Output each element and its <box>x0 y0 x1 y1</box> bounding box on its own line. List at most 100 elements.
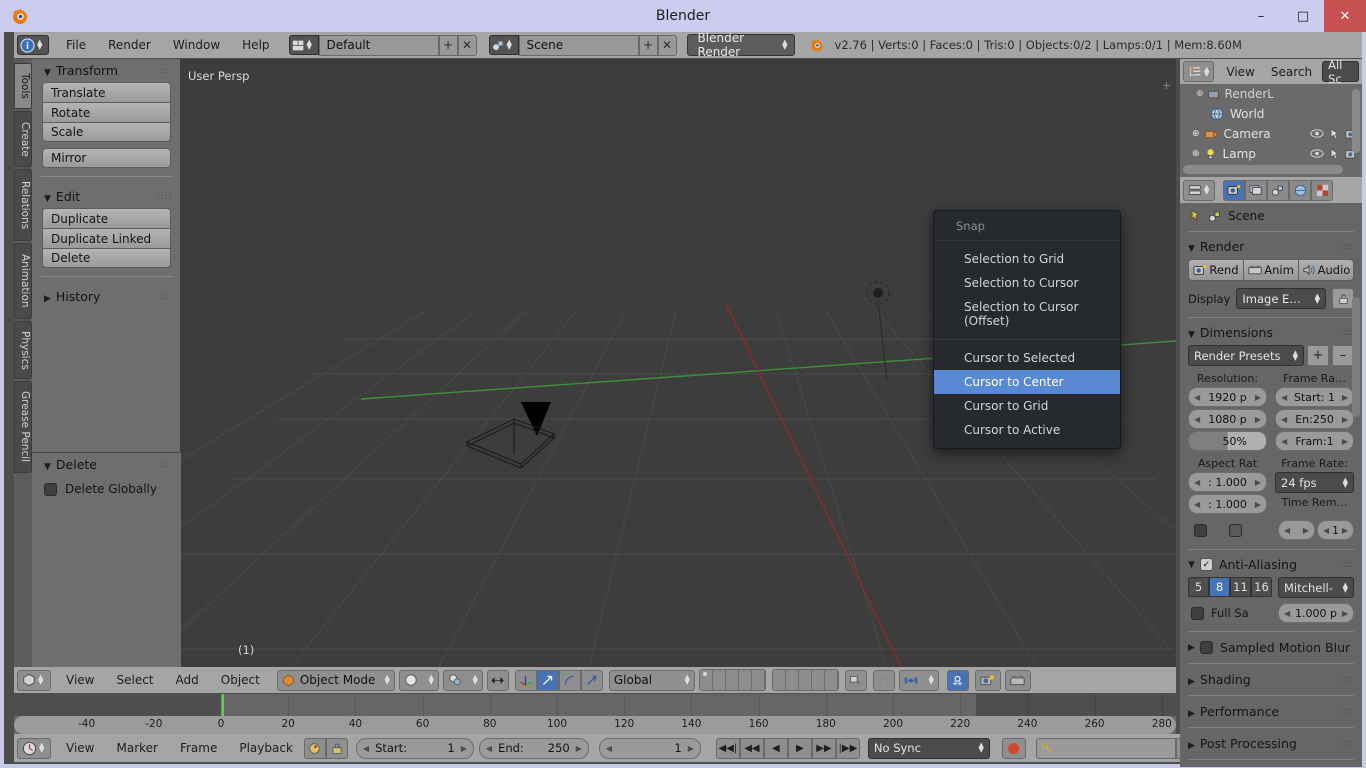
timeline-marker-menu[interactable]: Marker <box>105 737 168 759</box>
render-engine-select[interactable]: Blender Render ▲ ▼ <box>686 31 795 59</box>
rotate-button[interactable]: Rotate <box>42 102 171 122</box>
right-arrow-icon[interactable]: ▶ <box>1342 437 1348 446</box>
right-arrow-icon[interactable]: ▶ <box>576 744 582 753</box>
left-arrow-icon[interactable]: ◀ <box>486 744 492 753</box>
snap-context-menu[interactable]: Snap Selection to Grid Selection to Curs… <box>933 210 1121 449</box>
panel-header-sampled-motion-blur[interactable]: ▶ Sampled Motion Blur <box>1180 634 1362 661</box>
camera-object[interactable] <box>459 384 589 479</box>
render-audio-button[interactable]: Audio <box>1298 259 1354 281</box>
menu-item-cursor-to-grid[interactable]: Cursor to Grid <box>934 394 1120 418</box>
lock-to-scene-toggle[interactable] <box>844 669 867 691</box>
panel-header-delete-operator[interactable]: ▼ Delete :::: <box>32 453 181 476</box>
previous-keyframe-button[interactable]: ◀◀ <box>739 737 764 759</box>
panel-header-metadata[interactable]: ▶Metadata :::: <box>1180 762 1362 767</box>
next-keyframe-button[interactable]: ▶▶ <box>811 737 836 759</box>
tool-tab-tools[interactable]: Tools <box>14 63 32 109</box>
left-arrow-icon[interactable]: ◀ <box>1323 526 1329 535</box>
record-button[interactable] <box>1001 737 1026 759</box>
delete-globally-checkbox[interactable] <box>44 482 57 496</box>
aa-samples-5[interactable]: 5 <box>1188 577 1209 597</box>
pin-icon[interactable] <box>1188 209 1202 223</box>
current-frame-field[interactable]: ◀ 1 ▶ <box>598 737 701 759</box>
display-mode-select[interactable]: Image E… ▲ ▼ <box>1236 288 1326 309</box>
outliner-vertical-scrollbar[interactable] <box>1352 89 1360 153</box>
tool-tab-animation[interactable]: Animation <box>14 243 32 319</box>
panel-header-edit[interactable]: ▼ Edit :::: <box>32 185 181 208</box>
menu-item-selection-to-cursor[interactable]: Selection to Cursor <box>934 271 1120 295</box>
aa-samples-8[interactable]: 8 <box>1209 577 1230 597</box>
snap-toggle[interactable] <box>872 669 895 691</box>
proportional-edit-select[interactable]: ▲ ▼ <box>898 669 939 691</box>
panel-header-dimensions[interactable]: ▼ Dimensions :::: <box>1180 320 1362 345</box>
snap-target-toggle[interactable] <box>946 669 969 691</box>
right-arrow-icon[interactable]: ▶ <box>461 744 467 753</box>
sync-mode-select[interactable]: No Sync ▲ ▼ <box>867 737 990 759</box>
render-animation-button[interactable] <box>1004 669 1031 691</box>
properties-tab-render-layers[interactable] <box>1245 179 1267 201</box>
right-arrow-icon[interactable]: ▶ <box>1342 526 1348 535</box>
panel-header-render[interactable]: ▼ Render :::: <box>1180 234 1362 259</box>
panel-header-performance[interactable]: ▶ Performance :::: <box>1180 698 1362 725</box>
render-presets-select[interactable]: Render Presets ▲ ▼ <box>1188 345 1304 366</box>
left-arrow-icon[interactable]: ◀ <box>1194 500 1200 509</box>
left-arrow-icon[interactable]: ◀ <box>1194 415 1200 424</box>
aa-filter-size-field[interactable]: ◀ 1.000 p ▶ <box>1278 603 1354 623</box>
delete-screen-layout-button[interactable]: ✕ <box>457 34 477 56</box>
resolution-x-field[interactable]: ◀ 1920 p ▶ <box>1188 387 1267 407</box>
outliner-search-menu[interactable]: Search <box>1263 61 1320 83</box>
panel-header-shading[interactable]: ▶ Shading :::: <box>1180 666 1362 693</box>
right-arrow-icon[interactable]: ▶ <box>1255 415 1261 424</box>
play-button[interactable]: ▶ <box>787 737 812 759</box>
expand-icon[interactable]: ⊕ <box>1196 89 1204 99</box>
manipulator-translate-toggle[interactable] <box>536 669 559 691</box>
tool-tab-create[interactable]: Create <box>14 111 32 167</box>
aspect-y-field[interactable]: ◀: 1.000 ▶ <box>1188 494 1267 514</box>
delete-globally-row[interactable]: Delete Globally <box>32 476 181 496</box>
properties-editor[interactable]: ▲ ▼ Scene ▼ Render:::: Rend Anim Audio … <box>1180 177 1362 767</box>
frame-start-field[interactable]: ◀ Start: 1 ▶ <box>1275 387 1354 407</box>
border-checkbox[interactable] <box>1194 523 1207 537</box>
tool-tab-grease-pencil[interactable]: Grease Pencil <box>14 381 32 473</box>
right-arrow-icon[interactable]: ▶ <box>1255 500 1261 509</box>
properties-tab-render[interactable] <box>1223 179 1245 201</box>
resolution-percentage-slider[interactable]: 50% <box>1188 431 1267 451</box>
viewport-editor-type-button[interactable]: ▲ ▼ <box>17 669 51 691</box>
right-arrow-icon[interactable]: ▶ <box>688 744 694 753</box>
frame-end-field[interactable]: ◀ End: 250 ▶ <box>478 737 589 759</box>
outliner-display-mode-select[interactable]: All Sc <box>1322 58 1359 86</box>
delete-scene-button[interactable]: ✕ <box>657 34 677 56</box>
right-arrow-icon[interactable]: ▶ <box>1342 609 1348 618</box>
scene-name-field[interactable]: Scene <box>518 34 639 56</box>
render-image-button[interactable]: Rend <box>1188 259 1243 281</box>
timeline-playback-menu[interactable]: Playback <box>228 737 304 759</box>
minimize-button[interactable]: – <box>1240 0 1282 32</box>
expand-icon[interactable]: ⊕ <box>1192 129 1200 139</box>
scene-browse-button[interactable]: ▲ ▼ <box>488 35 519 55</box>
right-arrow-icon[interactable]: ▶ <box>1342 415 1348 424</box>
render-animation-button[interactable]: Anim <box>1243 259 1298 281</box>
menu-file[interactable]: File <box>55 34 97 56</box>
add-scene-button[interactable]: + <box>638 34 658 56</box>
properties-vertical-scrollbar[interactable] <box>1352 297 1360 417</box>
eye-icon[interactable] <box>1310 128 1324 139</box>
play-reverse-button[interactable]: ◀ <box>763 737 788 759</box>
auto-keyframe-toggle[interactable] <box>303 737 326 759</box>
left-arrow-icon[interactable]: ◀ <box>1194 478 1200 487</box>
tool-tab-relations[interactable]: Relations <box>14 169 32 241</box>
time-remap-old-field[interactable]: ◀ ▶ <box>1278 520 1315 540</box>
timeline-scrub-area[interactable] <box>14 694 1176 716</box>
add-screen-layout-button[interactable]: + <box>438 34 458 56</box>
manipulator-toggle[interactable] <box>514 669 537 691</box>
time-remap-new-field[interactable]: ◀ 1 ▶ <box>1317 520 1354 540</box>
view-menu[interactable]: View <box>55 669 105 691</box>
frame-start-field[interactable]: ◀ Start: 1 ▶ <box>355 737 474 759</box>
menu-help[interactable]: Help <box>231 34 280 56</box>
lamp-object[interactable] <box>854 271 904 391</box>
viewport-expand-handle[interactable]: + <box>1162 79 1172 92</box>
aa-samples-11[interactable]: 11 <box>1230 577 1251 597</box>
timeline-editor[interactable]: -40 -20 0 20 40 60 80 100 120 140 160 180 200 220 240 2… <box>14 694 1176 734</box>
menu-render[interactable]: Render <box>97 34 162 56</box>
menu-window[interactable]: Window <box>162 34 231 56</box>
manipulator-rotate-toggle[interactable] <box>558 669 581 691</box>
object-menu[interactable]: Object <box>210 669 271 691</box>
